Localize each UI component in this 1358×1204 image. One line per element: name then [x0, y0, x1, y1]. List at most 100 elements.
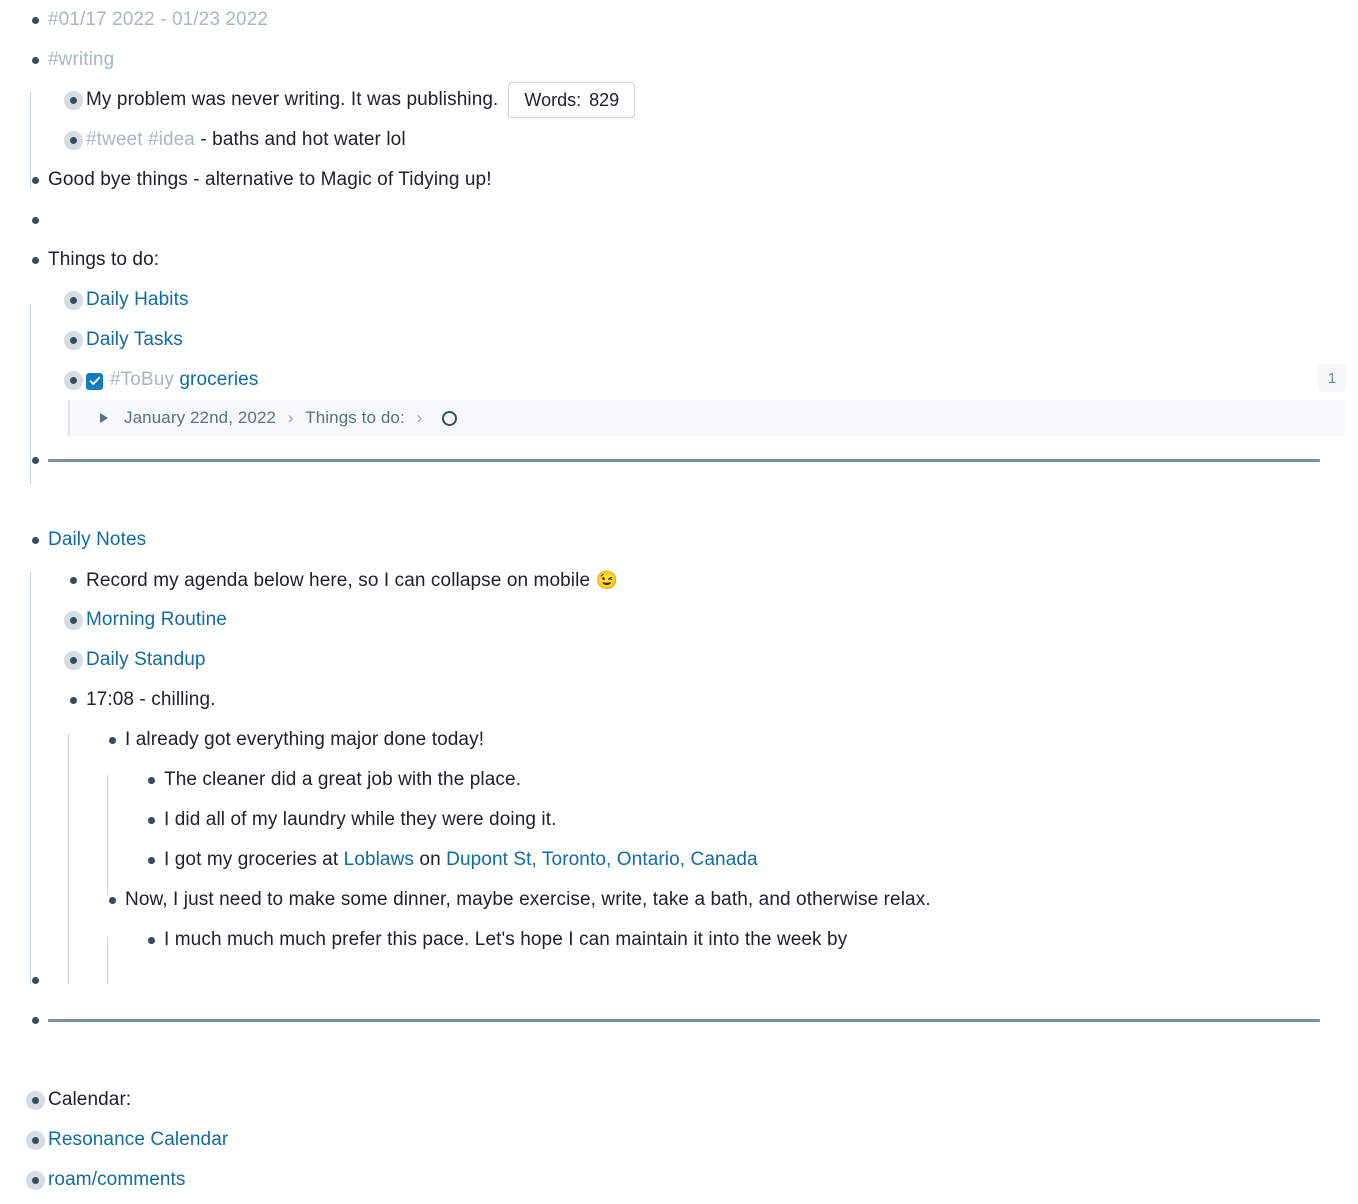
bullet-icon[interactable]	[60, 560, 86, 600]
goodbye-things-text: Good bye things - alternative to Magic o…	[48, 169, 492, 190]
block-week-tag[interactable]: #01/17 2022 - 01/23 2022	[22, 0, 1358, 40]
morning-routine-link[interactable]: Morning Routine	[86, 607, 227, 633]
address-link[interactable]: Dupont St, Toronto, Ontario, Canada	[446, 849, 758, 870]
breadcrumb-separator-icon: ›	[416, 408, 423, 427]
daily-notes-link[interactable]: Daily Notes	[48, 527, 146, 553]
bullet-collapsed-icon[interactable]	[60, 120, 86, 160]
block-things-to-do-header[interactable]: Things to do:	[22, 240, 1358, 280]
bullet-icon[interactable]	[22, 0, 48, 40]
bullet-collapsed-icon[interactable]	[60, 600, 86, 640]
block-roam-comments[interactable]: roam/comments	[22, 1160, 1358, 1200]
block-pace[interactable]: I much much much prefer this pace. Let's…	[138, 920, 1358, 960]
block-daily-habits[interactable]: Daily Habits	[60, 280, 1358, 320]
bullet-collapsed-icon[interactable]	[60, 280, 86, 320]
bullet-icon[interactable]	[138, 920, 164, 960]
bullet-collapsed-icon[interactable]	[60, 320, 86, 360]
idea-tag-label[interactable]: #idea	[148, 129, 195, 150]
block-groceries-location[interactable]: I got my groceries at Loblaws on Dupont …	[138, 840, 1358, 880]
record-agenda-text: Record my agenda below here, so I can co…	[86, 569, 591, 591]
reference-count-badge[interactable]: 1	[1318, 364, 1346, 392]
outliner-page: #01/17 2022 - 01/23 2022 #writing My pro…	[0, 0, 1358, 1204]
bullet-icon[interactable]	[99, 880, 125, 920]
bullet-icon[interactable]	[138, 760, 164, 800]
daily-standup-link[interactable]: Daily Standup	[86, 647, 206, 673]
pace-text: I much much much prefer this pace. Let's…	[164, 929, 848, 950]
block-dinner-plan[interactable]: Now, I just need to make some dinner, ma…	[99, 880, 1358, 920]
groceries-link[interactable]: groceries	[179, 369, 258, 390]
checkbox-checked-icon[interactable]	[86, 372, 103, 390]
bullet-icon[interactable]	[60, 680, 86, 720]
indent-guide-daily-notes	[30, 572, 31, 984]
daily-tasks-link[interactable]: Daily Tasks	[86, 327, 183, 353]
block-calendar[interactable]: Calendar:	[22, 1080, 1358, 1120]
bullet-icon[interactable]	[22, 960, 48, 1000]
cleaner-text: The cleaner did a great job with the pla…	[164, 769, 522, 790]
writing-tag-label[interactable]: #writing	[48, 47, 114, 73]
block-daily-standup[interactable]: Daily Standup	[60, 640, 1358, 680]
bullet-icon[interactable]	[22, 520, 48, 560]
bullet-icon[interactable]	[22, 440, 48, 480]
word-count-value: 829	[589, 90, 620, 110]
bullet-icon[interactable]	[138, 800, 164, 840]
word-count-badge[interactable]: Words: 829	[508, 82, 636, 118]
bullet-collapsed-icon[interactable]	[22, 1080, 48, 1120]
bullet-icon[interactable]	[22, 200, 48, 240]
block-goodbye-things[interactable]: Good bye things - alternative to Magic o…	[22, 160, 1358, 200]
bullet-collapsed-icon[interactable]	[60, 640, 86, 680]
horizontal-rule	[48, 1018, 1320, 1022]
block-resonance-calendar[interactable]: Resonance Calendar	[22, 1120, 1358, 1160]
bullet-collapsed-icon[interactable]	[22, 1160, 48, 1200]
indent-guide-level3a	[107, 775, 108, 895]
block-empty[interactable]	[22, 200, 1358, 240]
todo-circle-icon[interactable]	[442, 411, 458, 426]
bullet-icon[interactable]	[138, 840, 164, 880]
laundry-text: I did all of my laundry while they were …	[164, 809, 557, 830]
block-tweet-idea[interactable]: #tweet #idea - baths and hot water lol	[60, 120, 1358, 160]
things-to-do-label: Things to do:	[48, 249, 160, 270]
block-daily-tasks[interactable]: Daily Tasks	[60, 320, 1358, 360]
breadcrumb-parent-link[interactable]: Things to do:	[305, 408, 405, 427]
bullet-icon[interactable]	[22, 240, 48, 280]
block-record-agenda[interactable]: Record my agenda below here, so I can co…	[60, 560, 1358, 600]
loblaws-link[interactable]: Loblaws	[344, 849, 414, 870]
resonance-calendar-link[interactable]: Resonance Calendar	[48, 1127, 228, 1153]
groceries-mid-text: on	[414, 849, 447, 870]
bullet-icon[interactable]	[22, 160, 48, 200]
block-empty-2[interactable]	[22, 960, 1358, 1000]
bullet-collapsed-icon[interactable]	[60, 360, 86, 400]
tweet-tag-label[interactable]: #tweet	[86, 129, 143, 150]
indent-guide-level2	[68, 734, 69, 984]
block-cleaner[interactable]: The cleaner did a great job with the pla…	[138, 760, 1358, 800]
calendar-label: Calendar:	[48, 1089, 132, 1110]
bullet-icon[interactable]	[22, 1000, 48, 1040]
daily-habits-link[interactable]: Daily Habits	[86, 287, 189, 313]
bullet-collapsed-icon[interactable]	[60, 80, 86, 120]
block-writing-tag[interactable]: #writing	[22, 40, 1358, 80]
dinner-plan-text: Now, I just need to make some dinner, ma…	[125, 889, 931, 910]
roam-comments-link[interactable]: roam/comments	[48, 1167, 186, 1193]
block-publishing-quote[interactable]: My problem was never writing. It was pub…	[60, 80, 1358, 120]
block-morning-routine[interactable]: Morning Routine	[60, 600, 1358, 640]
bullet-icon[interactable]	[99, 720, 125, 760]
chilling-text: 17:08 - chilling.	[86, 689, 216, 710]
block-laundry[interactable]: I did all of my laundry while they were …	[138, 800, 1358, 840]
chevron-right-icon[interactable]	[100, 413, 108, 423]
block-daily-notes[interactable]: Daily Notes	[22, 520, 1358, 560]
horizontal-rule	[48, 458, 1320, 462]
vertical-spacer	[0, 1040, 1358, 1080]
bullet-collapsed-icon[interactable]	[22, 1120, 48, 1160]
wink-emoji-icon: 😉	[595, 569, 619, 590]
week-tag-label[interactable]: #01/17 2022 - 01/23 2022	[48, 7, 268, 33]
block-tobuy-groceries[interactable]: #ToBuy groceries 1	[60, 360, 1358, 400]
block-major-done[interactable]: I already got everything major done toda…	[99, 720, 1358, 760]
block-divider-1[interactable]	[22, 440, 1358, 480]
bullet-icon[interactable]	[22, 40, 48, 80]
breadcrumb-date-link[interactable]: January 22nd, 2022	[124, 408, 276, 427]
block-divider-2[interactable]	[22, 1000, 1358, 1040]
block-chilling[interactable]: 17:08 - chilling.	[60, 680, 1358, 720]
word-count-label: Words:	[524, 90, 582, 110]
publishing-quote-text: My problem was never writing. It was pub…	[86, 89, 499, 110]
breadcrumb-reference-block[interactable]: January 22nd, 2022 › Things to do: ›	[68, 400, 1345, 436]
tweet-body-text: - baths and hot water lol	[200, 129, 406, 150]
tobuy-tag-label[interactable]: #ToBuy	[110, 369, 174, 390]
